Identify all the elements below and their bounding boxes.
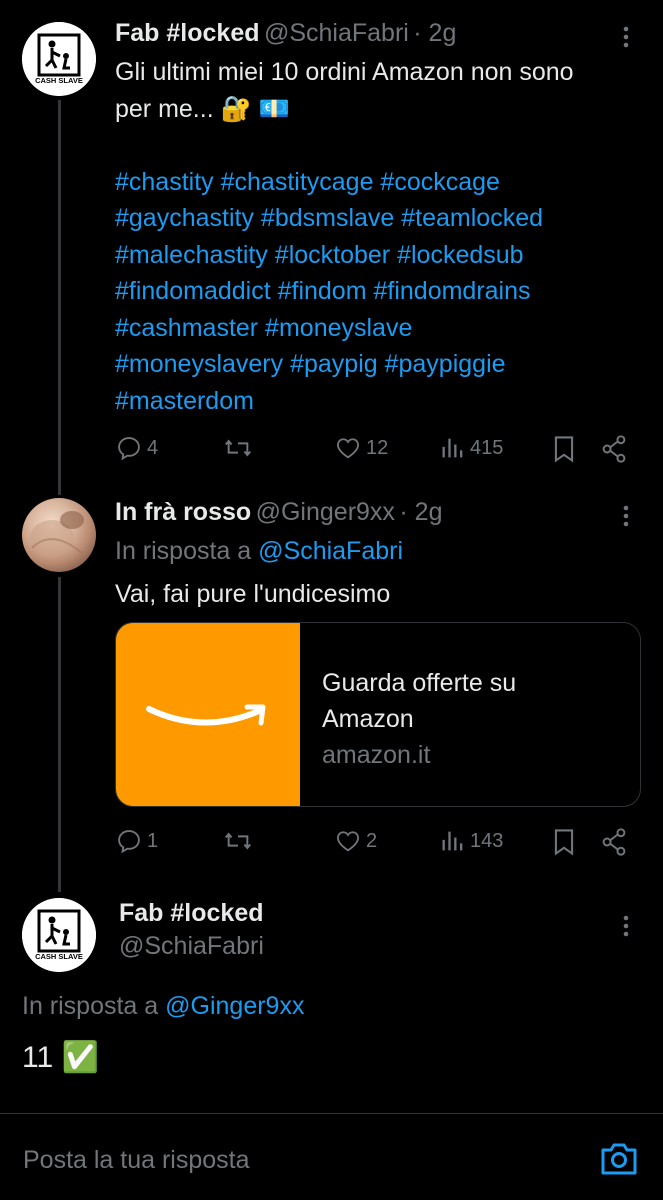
card-title: Guarda offerte su (322, 669, 517, 697)
tweet-text-line: Gli ultimi miei 10 ordini Amazon non son… (115, 58, 574, 86)
heart-icon (337, 831, 359, 852)
display-name[interactable]: Fab #locked (119, 899, 264, 928)
cash-slave-logo-icon: CASH SLAVE (22, 22, 96, 96)
reply-count: 1 (147, 829, 159, 852)
views-icon (442, 438, 463, 458)
tweet-header: Fab #locked @SchiaFabri (119, 899, 264, 961)
like-count: 2 (366, 829, 378, 852)
reply-to-handle[interactable]: @Ginger9xx (165, 992, 304, 1020)
avatar-label: CASH SLAVE (35, 952, 83, 961)
reply-button[interactable]: 1 (115, 827, 158, 855)
timestamp[interactable]: · 2g (413, 19, 456, 47)
share-icon[interactable] (600, 827, 628, 862)
hashtag-line[interactable]: #findomaddict #findom #findomdrains (115, 273, 645, 310)
hashtag-line[interactable]: #malechastity #locktober #lockedsub (115, 237, 645, 274)
cash-slave-logo-icon: CASH SLAVE (22, 898, 96, 972)
camera-icon[interactable] (599, 1141, 639, 1182)
tweet-text: Vai, fai pure l'undicesimo (115, 580, 391, 608)
reply-button[interactable]: 4 (115, 434, 158, 462)
profile-photo-icon (30, 511, 84, 556)
avatar[interactable] (22, 498, 96, 572)
reply-context: In risposta a @SchiaFabri (115, 533, 403, 570)
card-domain: amazon.it (322, 741, 431, 769)
more-options-icon[interactable] (616, 503, 636, 534)
reply-to-label: In risposta a (22, 992, 159, 1020)
retweet-icon (224, 832, 252, 850)
thread-line (58, 577, 61, 892)
tweet-text: Gli ultimi miei 10 ordini Amazon non son… (115, 54, 645, 419)
tweet-text-line: per me... 🔐 💶 (115, 94, 290, 123)
hashtag-line[interactable]: #masterdom (115, 383, 645, 420)
card-text: Guarda offerte su Amazon amazon.it (300, 623, 516, 806)
hashtag-line[interactable]: #cashmaster #moneyslave (115, 310, 645, 347)
reply-context: In risposta a @Ginger9xx (22, 988, 304, 1025)
like-button[interactable]: 2 (334, 827, 377, 855)
view-count: 415 (470, 436, 504, 459)
tweet-header: In frà rosso @Ginger9xx · 2g (115, 498, 442, 527)
heart-icon (337, 438, 359, 459)
avatar[interactable]: CASH SLAVE (22, 898, 96, 972)
bookmark-icon[interactable] (551, 434, 577, 469)
reply-input[interactable]: Posta la tua risposta (23, 1146, 250, 1175)
views-button[interactable]: 143 (440, 827, 503, 855)
reply-count: 4 (147, 436, 159, 459)
user-handle[interactable]: @Ginger9xx (256, 498, 395, 526)
bookmark-icon[interactable] (551, 827, 577, 862)
more-options-icon[interactable] (616, 24, 636, 55)
timestamp[interactable]: · 2g (399, 498, 442, 526)
user-handle[interactable]: @SchiaFabri (119, 932, 264, 961)
thread-line (58, 100, 61, 495)
link-card[interactable]: Guarda offerte su Amazon amazon.it (115, 622, 641, 807)
hashtag-line[interactable]: #chastity #chastitycage #cockcage (115, 164, 645, 201)
tweet-text: 11 ✅ (22, 1041, 99, 1074)
reply-icon (118, 437, 140, 461)
reply-icon (118, 830, 140, 854)
avatar-label: CASH SLAVE (35, 76, 83, 85)
views-icon (442, 831, 463, 851)
reply-to-label: In risposta a (115, 537, 252, 565)
tweet-header: Fab #locked @SchiaFabri · 2g (115, 19, 456, 48)
retweet-icon (224, 439, 252, 457)
avatar[interactable]: CASH SLAVE (22, 22, 96, 96)
like-button[interactable]: 12 (334, 434, 388, 462)
reply-to-handle[interactable]: @SchiaFabri (258, 537, 403, 565)
like-count: 12 (366, 436, 389, 459)
hashtag-line[interactable]: #moneyslavery #paypig #paypiggie (115, 346, 645, 383)
amazon-logo-icon (116, 623, 300, 806)
retweet-button[interactable] (222, 434, 254, 462)
share-icon[interactable] (600, 434, 628, 469)
card-title: Amazon (322, 705, 414, 733)
user-handle[interactable]: @SchiaFabri (264, 19, 409, 47)
divider (0, 1113, 663, 1114)
views-button[interactable]: 415 (440, 434, 503, 462)
retweet-button[interactable] (222, 827, 254, 855)
hashtag-line[interactable]: #gaychastity #bdsmslave #teamlocked (115, 200, 645, 237)
more-options-icon[interactable] (616, 913, 636, 944)
view-count: 143 (470, 829, 504, 852)
display-name[interactable]: Fab #locked (115, 19, 260, 47)
display-name[interactable]: In frà rosso (115, 498, 251, 526)
